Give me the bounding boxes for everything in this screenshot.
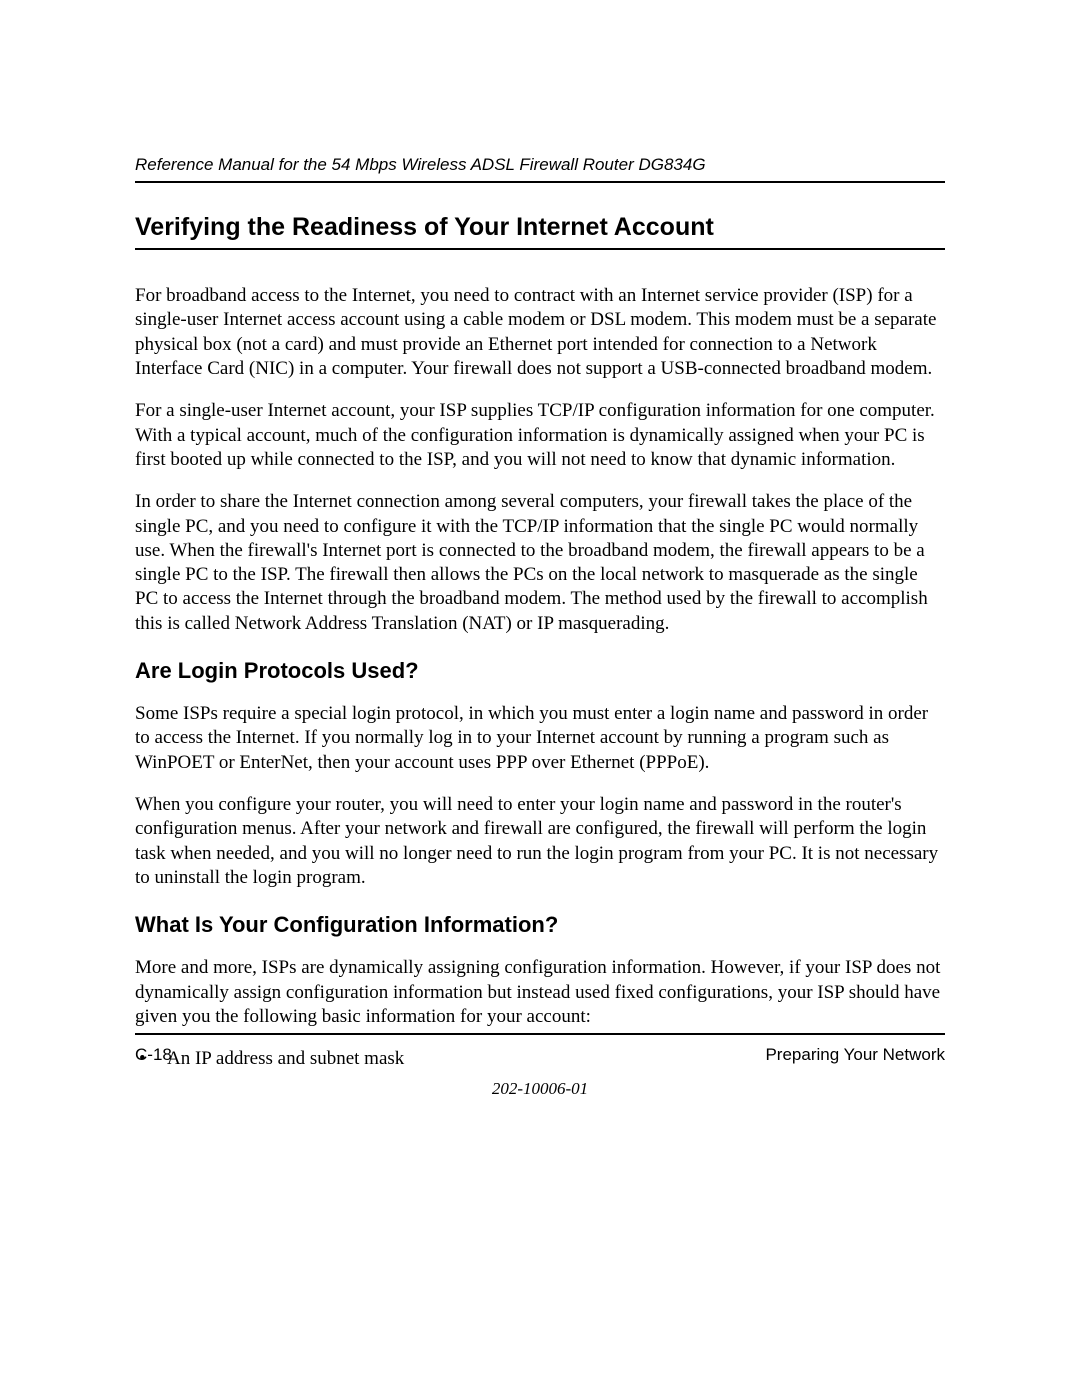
body-paragraph: For broadband access to the Internet, yo… xyxy=(135,284,945,381)
body-paragraph: In order to share the Internet connectio… xyxy=(135,490,945,636)
footer-section-name: Preparing Your Network xyxy=(765,1045,945,1065)
section-heading: Verifying the Readiness of Your Internet… xyxy=(135,213,945,242)
footer-row: C-18 Preparing Your Network xyxy=(135,1045,945,1065)
subsection-heading: What Is Your Configuration Information? xyxy=(135,912,945,938)
document-page: Reference Manual for the 54 Mbps Wireles… xyxy=(0,0,1080,1072)
page-number: C-18 xyxy=(135,1045,172,1065)
body-paragraph: For a single-user Internet account, your… xyxy=(135,399,945,472)
section-heading-rule xyxy=(135,248,945,250)
body-paragraph: When you configure your router, you will… xyxy=(135,793,945,890)
footer-rule xyxy=(135,1033,945,1035)
subsection-heading: Are Login Protocols Used? xyxy=(135,658,945,684)
document-number: 202-10006-01 xyxy=(135,1079,945,1099)
page-footer: C-18 Preparing Your Network 202-10006-01 xyxy=(135,1033,945,1099)
running-header: Reference Manual for the 54 Mbps Wireles… xyxy=(135,155,945,175)
body-paragraph: More and more, ISPs are dynamically assi… xyxy=(135,956,945,1029)
header-rule xyxy=(135,181,945,183)
body-paragraph: Some ISPs require a special login protoc… xyxy=(135,702,945,775)
